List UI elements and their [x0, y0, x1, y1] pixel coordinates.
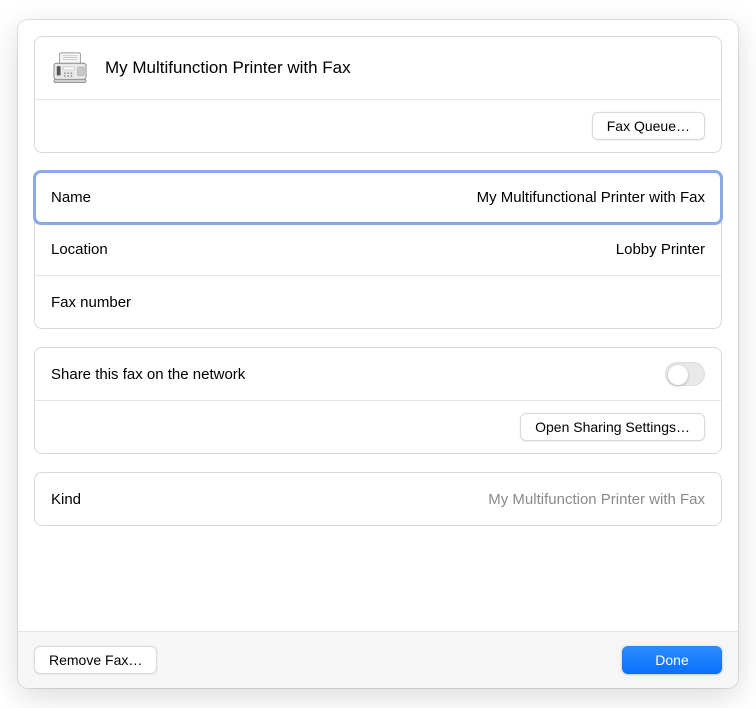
name-value: My Multifunctional Printer with Fax: [477, 189, 705, 206]
fax-number-row[interactable]: Fax number: [35, 276, 721, 328]
share-toggle[interactable]: [665, 362, 705, 386]
location-label: Location: [51, 241, 108, 258]
name-label: Name: [51, 189, 91, 206]
sharing-section: Share this fax on the network Open Shari…: [34, 347, 722, 454]
share-row: Share this fax on the network: [35, 348, 721, 401]
remove-fax-button[interactable]: Remove Fax…: [34, 646, 157, 674]
dialog-content: My Multifunction Printer with Fax Fax Qu…: [18, 20, 738, 631]
fax-machine-icon: [51, 51, 89, 85]
sharing-button-row: Open Sharing Settings…: [35, 401, 721, 453]
location-value: Lobby Printer: [616, 241, 705, 258]
fax-queue-button[interactable]: Fax Queue…: [592, 112, 705, 140]
printer-settings-dialog: My Multifunction Printer with Fax Fax Qu…: [18, 20, 738, 688]
header-row: My Multifunction Printer with Fax: [35, 37, 721, 100]
open-sharing-settings-button[interactable]: Open Sharing Settings…: [520, 413, 705, 441]
done-button[interactable]: Done: [622, 646, 722, 674]
location-row[interactable]: Location Lobby Printer: [35, 224, 721, 276]
kind-section: Kind My Multifunction Printer with Fax: [34, 472, 722, 526]
kind-value: My Multifunction Printer with Fax: [488, 491, 705, 508]
dialog-footer: Remove Fax… Done: [18, 631, 738, 688]
queue-row: Fax Queue…: [35, 100, 721, 152]
share-label: Share this fax on the network: [51, 366, 245, 383]
kind-label: Kind: [51, 491, 81, 508]
fields-section: Name My Multifunctional Printer with Fax…: [34, 171, 722, 329]
printer-title: My Multifunction Printer with Fax: [105, 58, 351, 78]
name-row[interactable]: Name My Multifunctional Printer with Fax: [35, 172, 721, 224]
kind-row: Kind My Multifunction Printer with Fax: [35, 473, 721, 525]
fax-number-label: Fax number: [51, 294, 131, 311]
header-section: My Multifunction Printer with Fax Fax Qu…: [34, 36, 722, 153]
